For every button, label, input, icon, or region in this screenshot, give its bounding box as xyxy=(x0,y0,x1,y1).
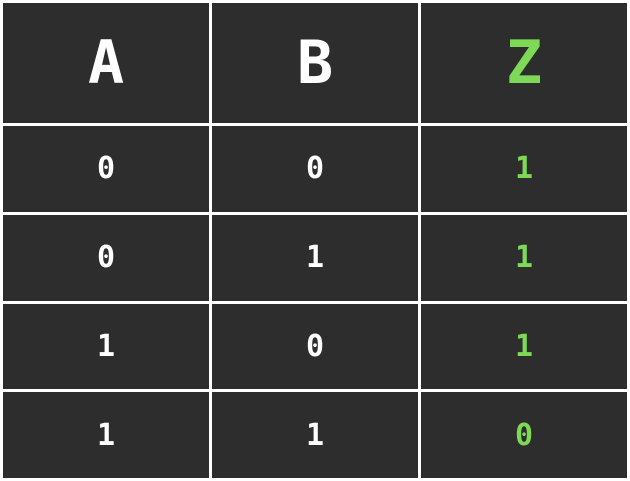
header-output-z: Z xyxy=(421,3,627,123)
cell-z: 1 xyxy=(421,214,627,301)
cell-a: 1 xyxy=(3,303,209,390)
cell-b: 1 xyxy=(212,214,418,301)
header-input-a: A xyxy=(3,3,209,123)
table-row: 1 1 0 xyxy=(3,392,627,478)
header-input-b: B xyxy=(212,3,418,123)
cell-b: 1 xyxy=(212,392,418,478)
table-row: 1 0 1 xyxy=(3,303,627,390)
truth-table: A B Z 0 0 1 0 1 1 1 0 1 1 1 0 xyxy=(0,0,630,481)
cell-b: 0 xyxy=(212,126,418,212)
cell-a: 0 xyxy=(3,214,209,301)
cell-a: 0 xyxy=(3,126,209,212)
cell-z: 1 xyxy=(421,303,627,390)
cell-a: 1 xyxy=(3,392,209,478)
cell-b: 0 xyxy=(212,303,418,390)
cell-z: 1 xyxy=(421,126,627,212)
header-row: A B Z xyxy=(3,3,627,123)
cell-z: 0 xyxy=(421,392,627,478)
truth-table-container: A B Z 0 0 1 0 1 1 1 0 1 1 1 0 xyxy=(0,0,630,481)
table-row: 0 1 1 xyxy=(3,214,627,301)
table-row: 0 0 1 xyxy=(3,126,627,212)
